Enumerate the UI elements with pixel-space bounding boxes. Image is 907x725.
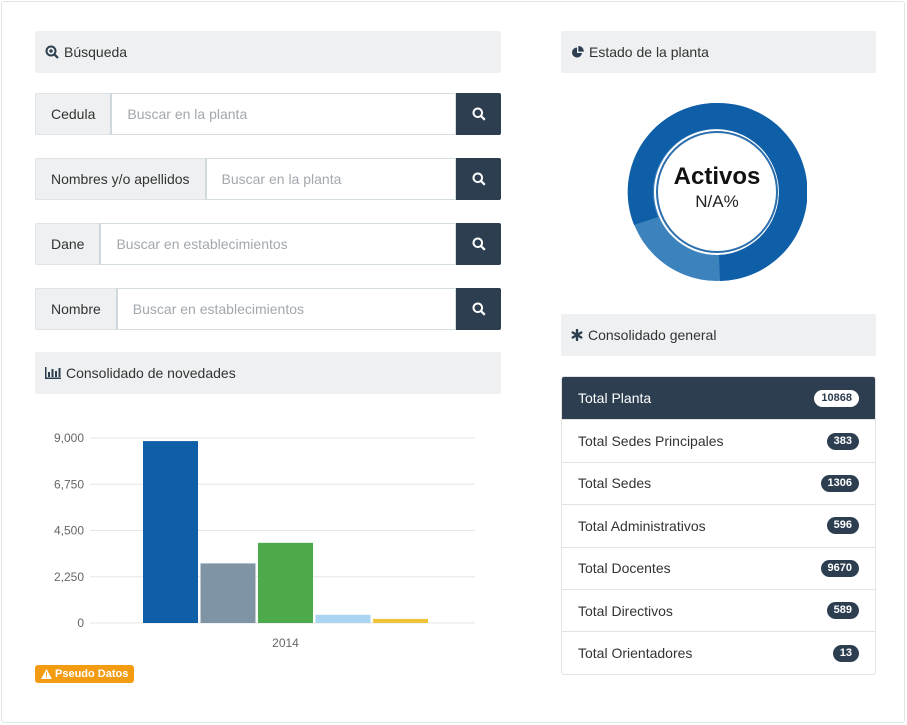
dane-search-input[interactable] (99, 223, 456, 265)
nombre-search-button[interactable] (456, 288, 501, 330)
nombres-search-button[interactable] (456, 158, 501, 200)
y-tick-label: 2,250 (54, 570, 84, 584)
list-item-label: Total Sedes Principales (578, 433, 724, 450)
x-category-label: 2014 (272, 636, 299, 650)
count-badge: 10868 (814, 389, 859, 407)
bar-series-2[interactable] (200, 563, 256, 623)
search-panel-header: Búsqueda (35, 31, 501, 73)
cedula-search-button[interactable] (456, 93, 501, 135)
count-badge: 596 (826, 517, 859, 535)
list-item-label: Total Docentes (578, 560, 671, 577)
nombres-search-input[interactable] (204, 158, 456, 200)
warning-icon (41, 669, 52, 679)
bar-chart-icon (45, 367, 61, 379)
novedades-panel-title: Consolidado de novedades (66, 365, 236, 381)
y-tick-label: 6,750 (54, 477, 84, 491)
y-tick-label: 0 (77, 616, 84, 630)
count-badge: 9670 (820, 559, 859, 577)
search-icon (472, 172, 486, 186)
count-badge: 13 (832, 644, 859, 662)
search-panel-title: Búsqueda (64, 44, 128, 60)
search-icon (472, 107, 486, 121)
search-icon (472, 237, 486, 251)
list-item-label: Total Administrativos (578, 517, 706, 534)
zoom-search-icon (45, 45, 59, 59)
asterisk-icon (571, 329, 583, 341)
pie-chart-icon (571, 45, 584, 59)
donut-title: Activos (673, 163, 761, 190)
search-row-cedula: Cedula (35, 93, 501, 135)
list-item-sedes[interactable]: Total Sedes 1306 (562, 461, 875, 504)
list-item-orientadores[interactable]: Total Orientadores 13 (562, 631, 875, 673)
consolidado-panel-header: Consolidado general (561, 314, 876, 356)
search-row-nombres: Nombres y/o apellidos (35, 158, 501, 200)
list-item-label: Total Orientadores (578, 645, 693, 662)
nombre-label: Nombre (35, 288, 116, 330)
planta-panel-title: Estado de la planta (589, 44, 709, 60)
bar-series-1[interactable] (143, 441, 198, 623)
nombres-label: Nombres y/o apellidos (35, 158, 205, 200)
list-item-label: Total Planta (578, 390, 652, 407)
donut-value: N/A% (695, 192, 739, 211)
planta-panel-header: Estado de la planta (561, 31, 876, 73)
count-badge: 1306 (820, 474, 859, 492)
pseudo-data-label: Pseudo Datos (55, 668, 129, 680)
bar-series-3[interactable] (258, 542, 313, 623)
bar-series-5[interactable] (373, 618, 428, 623)
list-item-total-planta[interactable]: Total Planta 10868 (562, 377, 875, 420)
count-badge: 383 (826, 432, 859, 450)
y-tick-label: 4,500 (54, 524, 84, 538)
list-item-sedes-principales[interactable]: Total Sedes Principales 383 (562, 419, 875, 461)
donut-labels: Activos N/A% (627, 102, 807, 282)
y-tick-label: 9,000 (54, 431, 84, 445)
search-row-nombre: Nombre (35, 288, 501, 330)
pseudo-data-badge: Pseudo Datos (35, 665, 135, 683)
dane-search-button[interactable] (456, 223, 501, 265)
dane-label: Dane (35, 223, 100, 265)
list-item-docentes[interactable]: Total Docentes 9670 (562, 546, 875, 589)
novedades-bar-chart: 9,000 6,750 4,500 2,250 0 2014 (54, 431, 475, 650)
consolidado-list: Total Planta 10868 Total Sedes Principal… (561, 376, 876, 675)
novedades-panel-header: Consolidado de novedades (35, 352, 501, 394)
list-item-administrativos[interactable]: Total Administrativos 596 (562, 504, 875, 546)
search-row-dane: Dane (35, 223, 501, 265)
count-badge: 589 (826, 602, 859, 620)
bar-series-4[interactable] (315, 614, 371, 623)
list-item-label: Total Sedes (578, 475, 652, 492)
cedula-search-input[interactable] (110, 93, 456, 135)
list-item-directivos[interactable]: Total Directivos 589 (562, 588, 875, 631)
cedula-label: Cedula (35, 93, 111, 135)
planta-donut: Activos N/A% (627, 93, 808, 283)
consolidado-panel-title: Consolidado general (588, 327, 717, 343)
nombre-search-input[interactable] (115, 288, 456, 330)
list-item-label: Total Directivos (578, 602, 673, 619)
search-icon (472, 302, 486, 316)
novedades-chart: 9,000 6,750 4,500 2,250 0 2014 (35, 420, 501, 660)
